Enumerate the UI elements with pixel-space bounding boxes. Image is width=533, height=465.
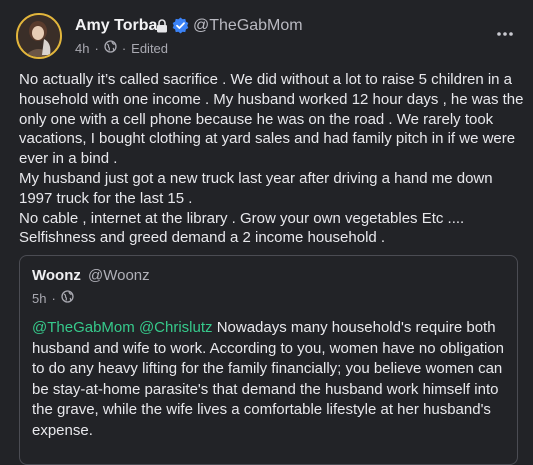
edited-label[interactable]: Edited: [131, 41, 168, 56]
quoted-post-meta: 5h ·: [32, 290, 74, 306]
quoted-post-time[interactable]: 5h: [32, 291, 46, 306]
post-paragraph: My husband just got a new truck last yea…: [19, 169, 493, 207]
post-paragraph: No cable , internet at the library . Gro…: [19, 209, 465, 227]
separator-dot: ·: [121, 40, 127, 56]
more-options-icon[interactable]: [496, 24, 514, 42]
author-name[interactable]: Amy Torba: [75, 17, 157, 35]
post-body: No actually it’s called sacrifice . We d…: [19, 70, 524, 248]
quoted-author-handle[interactable]: @Woonz: [88, 267, 150, 284]
verified-badge-icon: [172, 17, 189, 39]
quoted-post-text: Nowadays many household's require both h…: [32, 319, 504, 439]
author-handle[interactable]: @TheGabMom: [193, 17, 303, 35]
post-meta: 4h · · Edited: [75, 40, 168, 56]
quoted-post[interactable]: Woonz @Woonz 5h · @TheGabMom @Chrislutz …: [19, 255, 518, 465]
author-avatar[interactable]: [16, 13, 62, 59]
post-time[interactable]: 4h: [75, 41, 89, 56]
mention-link[interactable]: @TheGabMom: [32, 319, 135, 336]
globe-icon: [61, 290, 74, 306]
separator-dot: ·: [94, 40, 99, 56]
quoted-author-name[interactable]: Woonz: [32, 267, 81, 284]
post-paragraph: No actually it’s called sacrifice . We d…: [19, 71, 524, 168]
mention-link[interactable]: @Chrislutz: [139, 319, 213, 336]
globe-icon: [104, 40, 117, 56]
separator-dot: ·: [51, 290, 56, 306]
quoted-post-body: @TheGabMom @Chrislutz Nowadays many hous…: [32, 318, 512, 441]
lock-icon: [156, 19, 168, 38]
post-paragraph: Selfishness and greed demand a 2 income …: [19, 229, 386, 247]
